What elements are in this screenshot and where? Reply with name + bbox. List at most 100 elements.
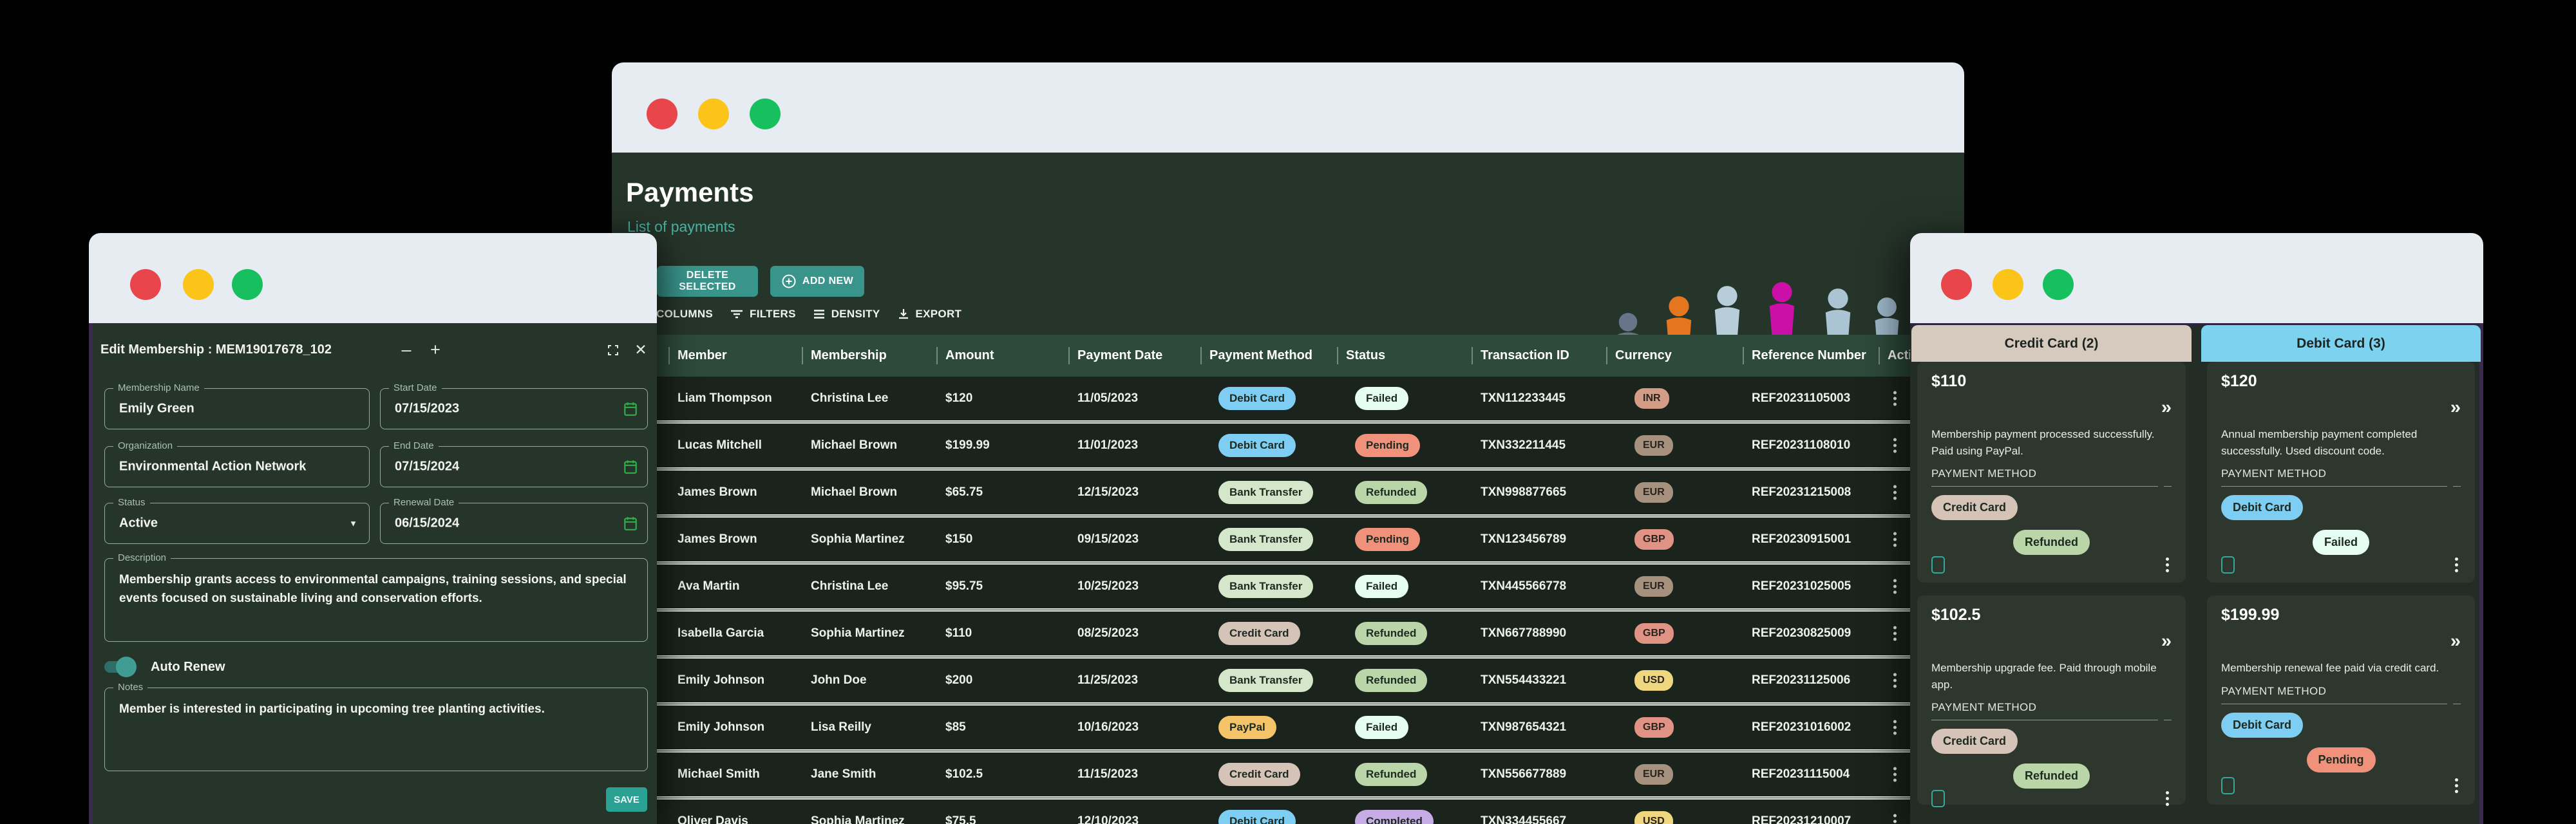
- table-row[interactable]: James Brown Sophia Martinez $150 09/15/2023…: [634, 518, 1954, 561]
- table-row[interactable]: Liam Thompson Christina Lee $120 11/05/2023…: [634, 377, 1954, 420]
- payment-method-badge: Debit Card: [1218, 810, 1296, 824]
- row-actions-kebab-icon[interactable]: [1891, 436, 1899, 456]
- expand-chevrons-icon[interactable]: »: [2450, 398, 2461, 417]
- currency-badge: EUR: [1634, 435, 1673, 456]
- kebab-dot: [1893, 402, 1897, 406]
- card-checkbox[interactable]: [2221, 777, 2235, 794]
- column-header-amount[interactable]: Amount: [945, 335, 994, 377]
- organization-field[interactable]: Organization Environmental Action Networ…: [104, 440, 370, 487]
- card-actions-kebab-icon[interactable]: [2163, 789, 2172, 809]
- card-checkbox[interactable]: [2221, 556, 2235, 574]
- expand-chevrons-icon[interactable]: »: [2450, 632, 2461, 651]
- cell-reference-number: REF20231016002: [1752, 720, 1852, 734]
- row-actions-kebab-icon[interactable]: [1891, 718, 1899, 738]
- cards-column-tab[interactable]: Credit Card (2): [1911, 325, 2192, 362]
- row-actions-kebab-icon[interactable]: [1891, 483, 1899, 503]
- divider-line: [1931, 486, 2158, 487]
- dialog-minimize-icon[interactable]: –: [395, 339, 417, 360]
- export-button[interactable]: EXPORT: [897, 308, 962, 321]
- table-row[interactable]: Ava Martin Christina Lee $95.75 10/25/2023 B…: [634, 565, 1954, 608]
- filters-button[interactable]: FILTERS: [730, 308, 796, 321]
- dialog-header: Edit Membership : MEM19017678_102 – + ✕: [89, 323, 657, 372]
- save-button[interactable]: SAVE: [606, 787, 647, 812]
- row-actions-kebab-icon[interactable]: [1891, 812, 1899, 824]
- card-amount: $199.99: [2221, 606, 2280, 624]
- card-actions-kebab-icon[interactable]: [2163, 555, 2172, 575]
- start-date-field[interactable]: Start Date 07/15/2023: [380, 382, 648, 429]
- dialog-close-icon[interactable]: ✕: [630, 339, 652, 360]
- table-row[interactable]: James Brown Michael Brown $65.75 12/15/2023…: [634, 471, 1954, 514]
- payment-card[interactable]: $110 » Membership payment processed succes…: [1917, 362, 2186, 583]
- card-checkbox[interactable]: [1931, 790, 1945, 807]
- description-textarea[interactable]: Description Membership grants access to …: [104, 552, 648, 642]
- status-badge: Refunded: [1355, 763, 1428, 786]
- table-row[interactable]: Oliver Davis Sophia Martinez $75.5 12/10/20…: [634, 800, 1954, 824]
- row-actions-kebab-icon[interactable]: [1891, 530, 1899, 550]
- column-separator: [1879, 347, 1880, 364]
- calendar-icon[interactable]: [623, 401, 638, 417]
- notes-textarea[interactable]: Notes Member is interested in participat…: [104, 682, 648, 771]
- minimize-traffic-light-icon[interactable]: [183, 269, 214, 300]
- payment-card[interactable]: $199.99 » Membership renewal fee paid via …: [2207, 595, 2475, 805]
- table-row[interactable]: Emily Johnson Lisa Reilly $85 10/16/2023 Pay…: [634, 706, 1954, 749]
- cards-column-tab[interactable]: Debit Card (3): [2201, 325, 2481, 362]
- column-header-payment-date[interactable]: Payment Date: [1077, 335, 1162, 377]
- density-button[interactable]: DENSITY: [813, 308, 880, 321]
- row-actions-kebab-icon[interactable]: [1891, 765, 1899, 785]
- renewal-date-field[interactable]: Renewal Date 06/15/2024: [380, 497, 648, 544]
- payment-method-section-label: PAYMENT METHOD: [2221, 684, 2327, 697]
- expand-chevrons-icon[interactable]: »: [2161, 632, 2172, 651]
- card-actions-kebab-icon[interactable]: [2452, 555, 2461, 575]
- cell-amount: $65.75: [945, 485, 983, 499]
- column-header-status[interactable]: Status: [1346, 335, 1385, 377]
- row-actions-kebab-icon[interactable]: [1891, 577, 1899, 597]
- card-checkbox[interactable]: [1931, 556, 1945, 574]
- payment-method-badge: Debit Card: [1218, 434, 1296, 457]
- table-row[interactable]: Michael Smith Jane Smith $102.5 11/15/2023 C…: [634, 753, 1954, 796]
- minimize-traffic-light-icon[interactable]: [698, 98, 729, 129]
- column-header-reference-number[interactable]: Reference Number: [1752, 335, 1866, 377]
- column-header-membership[interactable]: Membership: [811, 335, 887, 377]
- auto-renew-row: Auto Renew: [104, 655, 225, 679]
- cell-membership: Lisa Reilly: [811, 720, 871, 734]
- column-header-transaction-id[interactable]: Transaction ID: [1481, 335, 1569, 377]
- dialog-add-icon[interactable]: +: [424, 339, 446, 360]
- status-badge: Pending: [2306, 747, 2376, 772]
- zoom-traffic-light-icon[interactable]: [750, 98, 781, 129]
- row-actions-kebab-icon[interactable]: [1891, 624, 1899, 644]
- auto-renew-toggle[interactable]: [104, 657, 137, 677]
- add-new-button[interactable]: ADD NEW: [770, 266, 864, 297]
- calendar-icon[interactable]: [623, 516, 638, 531]
- expand-chevrons-icon[interactable]: »: [2161, 398, 2172, 417]
- field-label: Status: [113, 497, 150, 508]
- table-row[interactable]: Isabella Garcia Sophia Martinez $110 08/25/…: [634, 612, 1954, 655]
- payment-card[interactable]: $120 » Annual membership payment completed…: [2207, 362, 2475, 583]
- calendar-icon[interactable]: [623, 459, 638, 474]
- column-separator: [1743, 347, 1744, 364]
- kebab-dot: [1893, 391, 1897, 395]
- close-traffic-light-icon[interactable]: [1941, 269, 1972, 300]
- payment-card[interactable]: $102.5 » Membership upgrade fee. Paid thro…: [1917, 595, 2186, 807]
- column-header-currency[interactable]: Currency: [1615, 335, 1672, 377]
- delete-selected-button[interactable]: DELETE SELECTED: [657, 266, 758, 297]
- table-row[interactable]: Lucas Mitchell Michael Brown $199.99 11/01/…: [634, 424, 1954, 467]
- row-actions-kebab-icon[interactable]: [1891, 389, 1899, 409]
- zoom-traffic-light-icon[interactable]: [232, 269, 263, 300]
- section-divider: [1931, 486, 2172, 487]
- dialog-fullscreen-icon[interactable]: [607, 344, 620, 357]
- column-header-payment-method[interactable]: Payment Method: [1209, 335, 1312, 377]
- close-traffic-light-icon[interactable]: [647, 98, 677, 129]
- row-actions-kebab-icon[interactable]: [1891, 671, 1899, 691]
- table-row[interactable]: Emily Johnson John Doe $200 11/25/2023 Bank …: [634, 659, 1954, 702]
- kebab-dot: [1893, 637, 1897, 641]
- membership-name-field[interactable]: Membership Name Emily Green: [104, 382, 370, 429]
- zoom-traffic-light-icon[interactable]: [2043, 269, 2074, 300]
- status-select[interactable]: Status Active ▼: [104, 497, 370, 544]
- column-header-member[interactable]: Member: [677, 335, 727, 377]
- close-traffic-light-icon[interactable]: [130, 269, 161, 300]
- minimize-traffic-light-icon[interactable]: [1993, 269, 2023, 300]
- cell-payment-date: 11/15/2023: [1077, 767, 1139, 781]
- payment-method-section-label: PAYMENT METHOD: [1931, 467, 2037, 480]
- card-actions-kebab-icon[interactable]: [2452, 776, 2461, 796]
- end-date-field[interactable]: End Date 07/15/2024: [380, 440, 648, 487]
